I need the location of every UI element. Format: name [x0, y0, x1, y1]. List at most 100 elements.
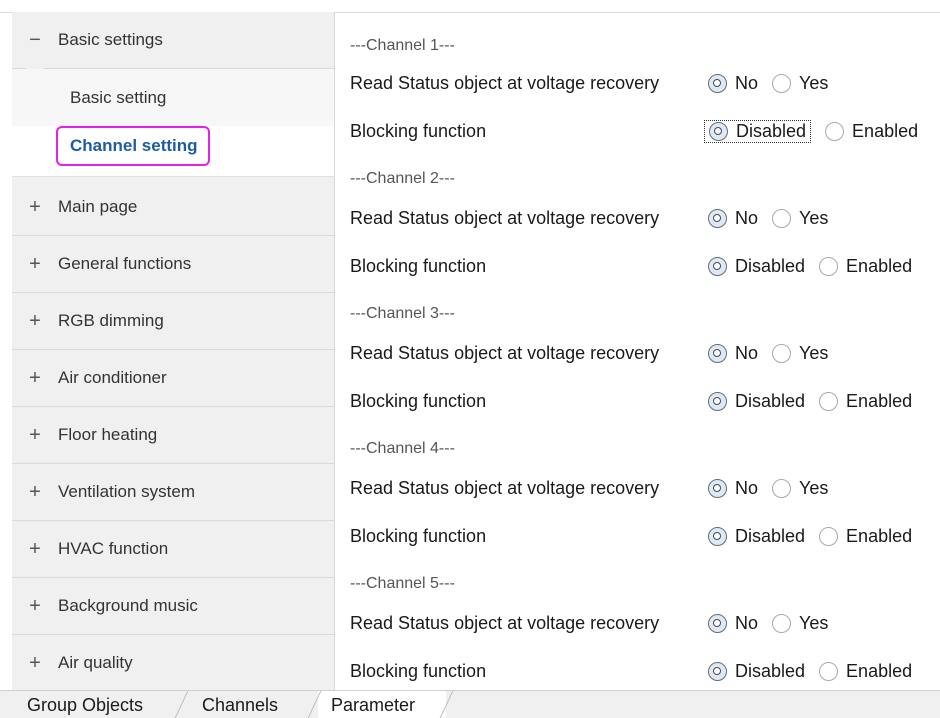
radio-unselected-icon[interactable] — [772, 478, 792, 498]
radio-selected-icon[interactable] — [708, 343, 727, 363]
read-status-label: Read Status object at voltage recovery — [350, 342, 660, 363]
tree-group-label: Floor heating — [58, 425, 158, 444]
tree-group-label: Air quality — [58, 653, 133, 672]
tab-group-objects[interactable]: Group Objects — [27, 695, 143, 716]
blocking-function-row: Blocking function Disabled Enabled — [350, 111, 940, 151]
bottom-tab-bar: Group Objects Channels Parameter — [0, 690, 940, 718]
option-label: Enabled — [846, 660, 913, 681]
expand-icon[interactable]: + — [12, 424, 58, 447]
option-label: Enabled — [846, 255, 913, 276]
radio-selected-icon[interactable] — [708, 526, 727, 546]
read-status-label: Read Status object at voltage recovery — [350, 612, 660, 633]
blocking-option-disabled[interactable]: Disabled — [708, 526, 805, 547]
tree-group-floor-heating[interactable]: + Floor heating — [12, 407, 334, 464]
expand-icon[interactable]: + — [12, 481, 58, 504]
option-label: No — [735, 342, 759, 363]
blocking-option-enabled[interactable]: Enabled — [819, 661, 912, 682]
read-status-option-yes[interactable]: Yes — [772, 343, 828, 364]
read-status-option-yes[interactable]: Yes — [772, 613, 828, 634]
option-label: Yes — [799, 207, 829, 228]
expand-icon[interactable]: + — [12, 196, 58, 219]
read-status-option-no[interactable]: No — [708, 343, 758, 364]
tree-group-background-music[interactable]: + Background music — [12, 578, 334, 635]
tree-item-basic-setting[interactable]: Basic setting — [12, 69, 334, 127]
blocking-option-enabled[interactable]: Enabled — [819, 391, 912, 412]
expand-icon[interactable]: + — [12, 310, 58, 333]
option-label: Enabled — [846, 390, 913, 411]
radio-unselected-icon[interactable] — [772, 343, 792, 363]
read-status-row: Read Status object at voltage recovery N… — [350, 198, 940, 238]
read-status-option-yes[interactable]: Yes — [772, 208, 828, 229]
radio-selected-icon[interactable] — [708, 256, 727, 276]
read-status-option-no[interactable]: No — [708, 478, 758, 499]
expand-icon[interactable]: + — [12, 253, 58, 276]
radio-selected-icon[interactable] — [708, 478, 727, 498]
radio-unselected-icon[interactable] — [819, 526, 839, 546]
expand-icon[interactable]: + — [12, 595, 58, 618]
radio-selected-icon[interactable] — [708, 208, 727, 228]
channel-header-text: ---Channel 3--- — [350, 305, 455, 322]
blocking-option-disabled[interactable]: Disabled — [708, 391, 805, 412]
radio-unselected-icon[interactable] — [772, 208, 792, 228]
radio-unselected-icon[interactable] — [819, 661, 839, 681]
option-label: Yes — [799, 612, 829, 633]
radio-selected-icon[interactable] — [708, 391, 727, 411]
expand-icon[interactable]: + — [12, 652, 58, 675]
channel-header: ---Channel 2--- — [350, 159, 940, 199]
tree-group-basic-settings[interactable]: − Basic settings — [12, 12, 334, 69]
blocking-function-row: Blocking function Disabled Enabled — [350, 381, 940, 421]
option-label: No — [735, 72, 759, 93]
expand-icon[interactable]: + — [12, 538, 58, 561]
parameter-tree-sidebar: − Basic settings Basic setting Channel s… — [12, 12, 335, 690]
tab-parameter[interactable]: Parameter — [331, 695, 415, 716]
blocking-option-disabled[interactable]: Disabled — [704, 119, 812, 143]
radio-unselected-icon[interactable] — [772, 613, 792, 633]
read-status-label: Read Status object at voltage recovery — [350, 72, 660, 93]
blocking-option-enabled[interactable]: Enabled — [819, 256, 912, 277]
selected-item-highlight[interactable]: Channel setting — [56, 126, 210, 166]
radio-unselected-icon[interactable] — [772, 73, 792, 93]
blocking-function-label: Blocking function — [350, 255, 487, 276]
tree-group-air-conditioner[interactable]: + Air conditioner — [12, 350, 334, 407]
read-status-option-yes[interactable]: Yes — [772, 73, 828, 94]
read-status-row: Read Status object at voltage recovery N… — [350, 333, 940, 373]
blocking-function-row: Blocking function Disabled Enabled — [350, 246, 940, 286]
blocking-function-label: Blocking function — [350, 525, 487, 546]
read-status-option-yes[interactable]: Yes — [772, 478, 828, 499]
collapse-icon[interactable]: − — [12, 29, 58, 52]
blocking-function-row: Blocking function Disabled Enabled — [350, 651, 940, 691]
read-status-option-no[interactable]: No — [708, 613, 758, 634]
tree-group-ventilation-system[interactable]: + Ventilation system — [12, 464, 334, 521]
tree-group-hvac-function[interactable]: + HVAC function — [12, 521, 334, 578]
tree-group-rgb-dimming[interactable]: + RGB dimming — [12, 293, 334, 350]
option-label: Disabled — [735, 525, 806, 546]
radio-unselected-icon[interactable] — [819, 391, 839, 411]
read-status-row: Read Status object at voltage recovery N… — [350, 468, 940, 508]
tree-group-label: General functions — [58, 254, 192, 273]
radio-selected-icon[interactable] — [708, 73, 727, 93]
tree-group-general-functions[interactable]: + General functions — [12, 236, 334, 293]
radio-unselected-icon[interactable] — [819, 256, 839, 276]
option-label: Disabled — [735, 660, 806, 681]
read-status-row: Read Status object at voltage recovery N… — [350, 63, 940, 103]
read-status-option-no[interactable]: No — [708, 73, 758, 94]
tree-group-main-page[interactable]: + Main page — [12, 179, 334, 236]
blocking-option-enabled[interactable]: Enabled — [825, 121, 918, 142]
channel-header: ---Channel 3--- — [350, 294, 940, 334]
radio-selected-icon[interactable] — [709, 121, 728, 141]
tab-channels[interactable]: Channels — [202, 695, 278, 716]
channel-header-text: ---Channel 2--- — [350, 170, 455, 187]
blocking-option-disabled[interactable]: Disabled — [708, 661, 805, 682]
read-status-option-no[interactable]: No — [708, 208, 758, 229]
tree-group-air-quality[interactable]: + Air quality — [12, 635, 334, 690]
option-label: No — [735, 612, 759, 633]
option-label: No — [735, 207, 759, 228]
expand-icon[interactable]: + — [12, 367, 58, 390]
blocking-option-enabled[interactable]: Enabled — [819, 526, 912, 547]
radio-unselected-icon[interactable] — [825, 121, 845, 141]
tree-item-channel-setting[interactable]: Channel setting — [12, 126, 334, 177]
radio-selected-icon[interactable] — [708, 661, 727, 681]
blocking-option-disabled[interactable]: Disabled — [708, 256, 805, 277]
option-label: Disabled — [735, 390, 806, 411]
radio-selected-icon[interactable] — [708, 613, 727, 633]
